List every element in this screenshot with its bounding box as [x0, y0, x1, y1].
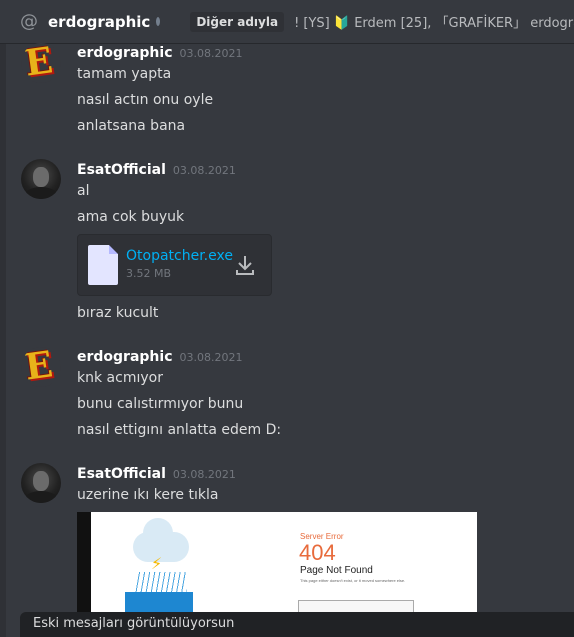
message-text: ama cok buyuk [77, 209, 185, 225]
old-messages-text: Eski mesajları görüntülüyorsun [33, 616, 235, 631]
file-icon [88, 245, 118, 285]
message-text: al [77, 183, 90, 199]
message-text: bunu calıstırmıyor bunu [77, 396, 244, 412]
e-logo-icon: E [22, 347, 56, 387]
message-header: erdographic 03.08.2021 [77, 345, 242, 367]
message-text: tamam yapta [77, 66, 172, 82]
message-header: EsatOfficial 03.08.2021 [77, 462, 236, 484]
avatar-face [33, 471, 49, 491]
message-text: uzerine ıkı kere tıkla [77, 487, 219, 503]
topic-rest: Erdem [25], 「GRAFİKER」 erdographic [354, 16, 574, 31]
timestamp: 03.08.2021 [172, 164, 236, 177]
download-icon[interactable] [234, 253, 256, 277]
attachment-filename[interactable]: Otopatcher.exe [126, 248, 233, 264]
avatar-shoulders [25, 491, 57, 503]
beginner-leaf-icon: 🔰 [333, 16, 351, 31]
author-name[interactable]: erdographic [77, 349, 173, 365]
channel-header: @ erdographic Diğer adıyla ! [YS] 🔰 Erde… [0, 0, 574, 44]
avatar-shoulders [25, 187, 57, 199]
message-text: nasıl actın onu oyle [77, 92, 214, 108]
author-name[interactable]: erdographic [77, 45, 173, 61]
old-messages-bar[interactable]: Eski mesajları görüntülüyorsun [20, 612, 574, 637]
avatar[interactable]: E [21, 347, 61, 387]
message-text: knk acmıyor [77, 370, 163, 386]
topic-prefix: ! [YS] [294, 16, 330, 31]
message-text: nasıl ettigını anlatta edem D: [77, 422, 282, 438]
rain-icon [135, 572, 187, 592]
author-name[interactable]: EsatOfficial [77, 162, 166, 178]
error-title: Page Not Found [300, 565, 373, 576]
author-name[interactable]: EsatOfficial [77, 466, 166, 482]
error-description: This page either doesn't exist, or it mo… [300, 578, 406, 583]
lightning-icon: ⚡ [151, 554, 163, 573]
left-edge [0, 0, 6, 637]
file-attachment: Otopatcher.exe 3.52 MB [77, 234, 272, 296]
avatar[interactable] [21, 159, 61, 199]
nickname-badge: Diğer adıyla [190, 11, 285, 32]
avatar[interactable] [21, 463, 61, 503]
e-logo-icon: E [22, 43, 56, 83]
avatar[interactable]: E [21, 43, 61, 83]
attachment-size: 3.52 MB [126, 267, 172, 280]
timestamp: 03.08.2021 [179, 351, 243, 364]
channel-topic[interactable]: ! [YS] 🔰 Erdem [25], 「GRAFİKER」 erdograp… [294, 12, 574, 31]
message-header: EsatOfficial 03.08.2021 [77, 158, 236, 180]
avatar-face [33, 167, 49, 187]
dm-username[interactable]: erdographic [48, 13, 150, 31]
message-header: erdographic 03.08.2021 [77, 41, 242, 63]
timestamp: 03.08.2021 [172, 468, 236, 481]
message-text: bıraz kucult [77, 305, 159, 321]
message-text: anlatsana bana [77, 118, 186, 134]
error-code: 404 [299, 540, 336, 565]
timestamp: 03.08.2021 [179, 47, 243, 60]
offline-status-icon [156, 17, 161, 26]
at-icon: @ [20, 10, 38, 32]
